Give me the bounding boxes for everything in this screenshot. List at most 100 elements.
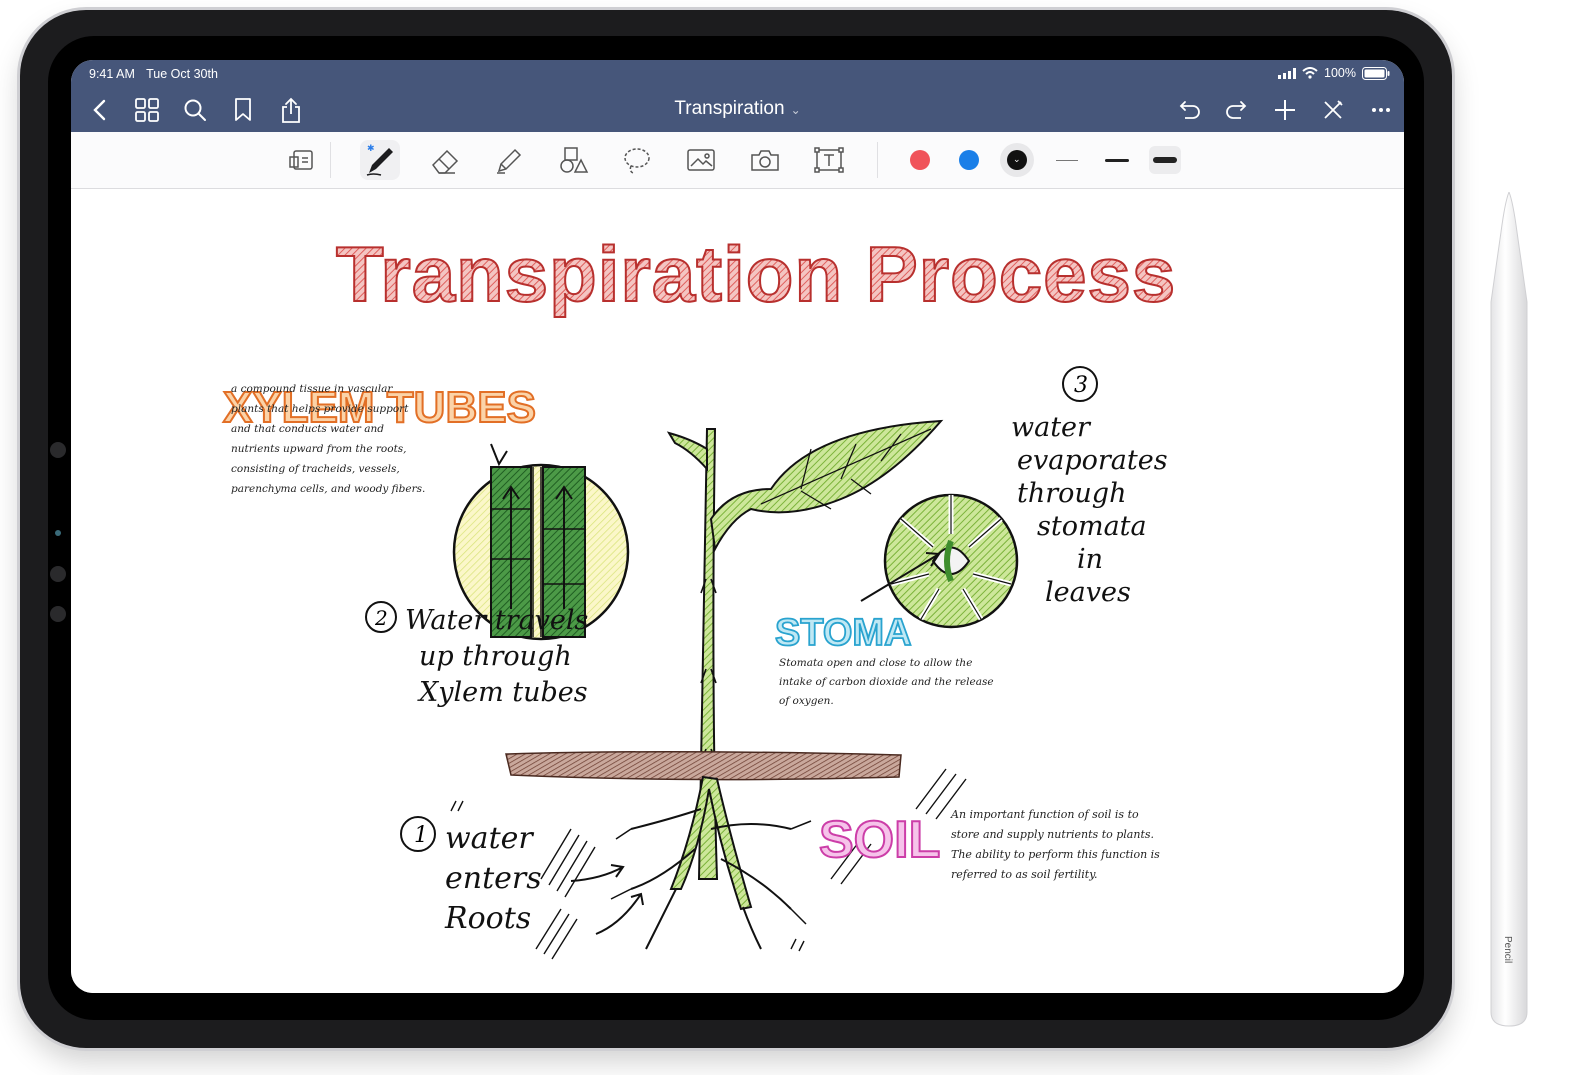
text-tool[interactable]: [809, 140, 849, 180]
toolbar-divider: [330, 142, 331, 178]
plus-icon: [1275, 100, 1295, 120]
highlighter-icon: [497, 148, 522, 174]
stoma-desc-line: of oxygen.: [779, 695, 834, 707]
step-3-line: evaporates: [1017, 445, 1168, 476]
undo-button[interactable]: [1165, 96, 1213, 124]
xylem-desc-line: parenchyma cells, and woody fibers.: [231, 483, 426, 495]
sensor-dot: [55, 530, 61, 536]
camera-dot: [50, 442, 66, 458]
pen-icon: ✱: [366, 143, 393, 176]
xylem-desc-line: nutrients upward from the roots,: [231, 443, 407, 455]
step-3-line: leaves: [1045, 577, 1131, 608]
note-title: Transpiration Process: [336, 230, 1176, 318]
camera-tool[interactable]: [745, 140, 785, 180]
step-2-number: 2: [374, 606, 388, 630]
lasso-icon: [624, 148, 650, 174]
eraser-tool[interactable]: [425, 140, 465, 180]
step-3-line: water: [1011, 412, 1090, 443]
pen-tool[interactable]: ✱: [360, 140, 400, 180]
note-canvas[interactable]: Transpiration Process XYLEM TUBES 2 3 1 …: [71, 189, 1404, 993]
app-screen: 9:41 AM Tue Oct 30th 100% Transpiration …: [71, 60, 1404, 993]
battery-percent: 100%: [1324, 66, 1356, 80]
color-red-swatch[interactable]: [910, 150, 930, 170]
step-1-number: 1: [414, 823, 428, 848]
camera-dot-3: [50, 606, 66, 622]
soil-desc-line: An important function of soil is to: [951, 808, 1139, 821]
stoma-diagram: [860, 493, 1019, 629]
xylem-desc-line: and that conducts water and: [231, 423, 384, 435]
step-3-line: stomata: [1037, 511, 1147, 542]
step-3-line: through: [1017, 478, 1127, 509]
step-2-line: up through: [419, 641, 572, 672]
stoma-desc-line: Stomata open and close to allow the: [779, 657, 973, 669]
color-blue-swatch[interactable]: [959, 150, 979, 170]
step-1-line: water: [445, 821, 533, 856]
nav-right-icons: [1165, 96, 1404, 124]
pen-cross-icon: [1324, 100, 1343, 119]
status-right: 100%: [1278, 66, 1390, 80]
note-drawings: Transpiration Process XYLEM TUBES 2 3 1 …: [222, 229, 1176, 960]
svg-text:✱: ✱: [367, 143, 375, 153]
redo-icon: [1226, 101, 1247, 119]
redo-button[interactable]: [1213, 96, 1261, 124]
lasso-tool[interactable]: [617, 140, 657, 180]
toolbar-divider-2: [877, 142, 878, 178]
ellipsis-icon: [1372, 108, 1390, 112]
step-3-line: in: [1077, 544, 1104, 575]
thin-line-icon: [1056, 160, 1078, 161]
read-mode-icon: [289, 150, 313, 170]
soil-desc-line: The ability to perform this function is: [951, 848, 1160, 861]
cellular-icon: [1278, 67, 1297, 79]
more-button[interactable]: [1357, 96, 1404, 124]
soil-desc-line: store and supply nutrients to plants.: [951, 828, 1155, 841]
text-box-icon: [814, 147, 844, 173]
thick-line-icon: [1153, 157, 1177, 163]
camera-icon: [751, 150, 779, 171]
wifi-icon: [1302, 67, 1318, 79]
stoma-description: Stomata open and close to allow the inta…: [779, 654, 1009, 711]
chevron-down-icon: ⌄: [790, 103, 801, 117]
image-tool[interactable]: [681, 140, 721, 180]
read-only-toggle[interactable]: [281, 140, 321, 180]
undo-icon: [1179, 101, 1200, 119]
nav-bar: 9:41 AM Tue Oct 30th 100% Transpiration …: [71, 60, 1404, 132]
pencil-label: Pencil: [1502, 936, 1513, 964]
soil-description: An important function of soil is to stor…: [951, 805, 1191, 885]
step-2-line: Water travels: [405, 605, 589, 636]
battery-icon: [1362, 66, 1390, 80]
tool-bar: ✱ ⌄: [71, 132, 1404, 189]
shapes-icon: [560, 147, 589, 173]
edit-mode-button[interactable]: [1309, 96, 1357, 124]
step-2-text: Water travels up through Xylem tubes: [405, 603, 588, 711]
soil-desc-line: referred to as soil fertility.: [951, 868, 1098, 881]
stroke-thick-button[interactable]: [1149, 146, 1181, 174]
eraser-icon: [432, 149, 459, 174]
xylem-desc-line: consisting of tracheids, vessels,: [231, 463, 400, 475]
xylem-desc-line: plants that helps provide support: [231, 403, 409, 415]
step-1-line: enters: [445, 861, 542, 896]
stoma-heading: STOMA: [775, 612, 912, 654]
step-1-line: Roots: [445, 901, 532, 936]
pencil-body: [1490, 190, 1528, 1027]
apple-pencil: Pencil: [1487, 190, 1531, 1028]
status-date: Tue Oct 30th: [146, 67, 218, 81]
step-3-text: water evaporates through stomata in leav…: [1011, 411, 1168, 609]
camera-dot-2: [50, 566, 66, 582]
shape-tool[interactable]: [553, 140, 593, 180]
step-3-number: 3: [1074, 373, 1088, 398]
step-1-text: water enters Roots: [445, 819, 542, 939]
chevron-down-icon: ⌄: [1013, 154, 1021, 164]
document-title: Transpiration: [674, 98, 785, 119]
xylem-description: a compound tissue in vascular plants tha…: [231, 379, 471, 499]
medium-line-icon: [1105, 159, 1129, 162]
xylem-desc-line: a compound tissue in vascular: [231, 383, 393, 395]
status-time: 9:41 AM: [89, 67, 135, 81]
root-arrows: [570, 864, 644, 935]
status-left: 9:41 AM Tue Oct 30th: [89, 67, 226, 81]
selected-color-ring[interactable]: ⌄: [1000, 143, 1034, 177]
add-page-button[interactable]: [1261, 96, 1309, 124]
highlighter-tool[interactable]: [489, 140, 529, 180]
stroke-thin-button[interactable]: [1056, 154, 1078, 166]
soil-heading: SOIL: [819, 811, 940, 869]
stroke-medium-button[interactable]: [1105, 154, 1129, 166]
